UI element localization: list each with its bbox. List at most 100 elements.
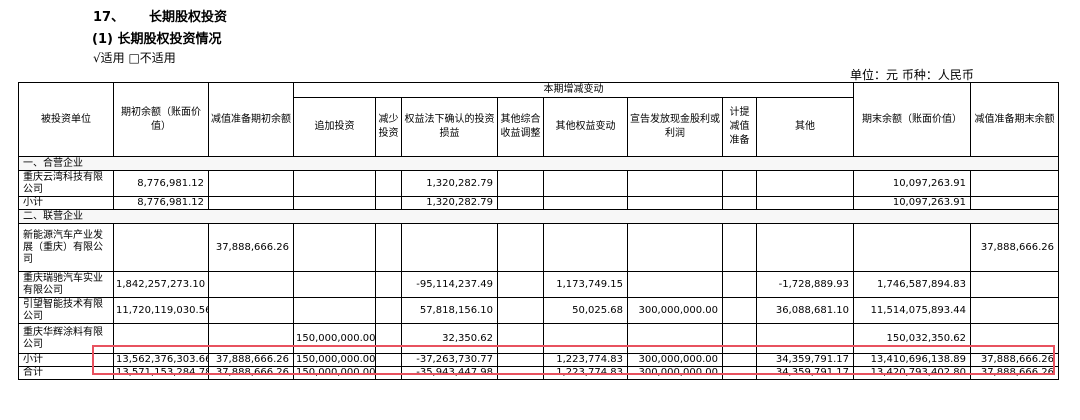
value-cell (401, 223, 498, 272)
value-cell (208, 271, 294, 298)
header-other: 其他 (756, 97, 854, 157)
value-cell (627, 196, 723, 210)
value-cell: 300,000,000.00 (627, 297, 723, 324)
value-cell (375, 353, 402, 367)
investee-name: 小计 (18, 353, 114, 367)
value-cell (627, 170, 723, 197)
value-cell: 1,842,257,273.10 (113, 271, 209, 298)
value-cell: 13,410,696,138.89 (853, 353, 971, 367)
value-cell: 37,888,666.26 (970, 366, 1059, 380)
header-investee: 被投资单位 (18, 82, 114, 157)
value-cell: 34,359,791.17 (756, 353, 854, 367)
value-cell (375, 366, 402, 380)
value-cell: 37,888,666.26 (208, 223, 294, 272)
section-title: 长期股权投资 (149, 10, 228, 25)
value-cell (293, 196, 376, 210)
value-cell: 36,088,681.10 (756, 297, 854, 324)
value-cell (497, 170, 544, 197)
value-cell (375, 223, 402, 272)
value-cell (497, 196, 544, 210)
header-other-equity-changes: 其他权益变动 (543, 97, 628, 157)
value-cell (543, 323, 628, 354)
value-cell: 1,746,587,894.83 (853, 271, 971, 298)
value-cell (208, 196, 294, 210)
value-cell (970, 297, 1059, 324)
value-cell: 37,888,666.26 (970, 353, 1059, 367)
value-cell (722, 271, 757, 298)
value-cell (375, 271, 402, 298)
value-cell: 50,025.68 (543, 297, 628, 324)
table-body: 一、合营企业 重庆云湾科技有限公司 8,776,981.12 1,320,282.79… (18, 156, 1059, 380)
value-cell: 13,420,793,402.80 (853, 366, 971, 380)
value-cell (627, 323, 723, 354)
table-row: 重庆云湾科技有限公司 8,776,981.12 1,320,282.79 10,097… (18, 170, 1059, 197)
header-impairment-opening: 减值准备期初余额 (208, 82, 294, 157)
value-cell (543, 223, 628, 272)
value-cell: 32,350.62 (401, 323, 498, 354)
value-cell (756, 196, 854, 210)
value-cell (293, 170, 376, 197)
value-cell (497, 323, 544, 354)
value-cell: -95,114,237.49 (401, 271, 498, 298)
investee-name: 重庆云湾科技有限公司 (18, 170, 114, 197)
table-row: 引望智能技术有限公司 11,720,119,030.56 57,818,156.10… (18, 297, 1059, 324)
equity-investment-table: 被投资单位 期初余额（账面价值） 减值准备期初余额 本期增减变动 期末余额（账面… (18, 82, 1059, 380)
value-cell: 150,000,000.00 (293, 353, 376, 367)
table-row: 小计 13,562,376,303.66 37,888,666.26 150,000,… (18, 353, 1059, 367)
value-cell (293, 271, 376, 298)
value-cell (756, 323, 854, 354)
value-cell: 150,000,000.00 (293, 323, 376, 354)
table-row: 合计 13,571,153,284.78 37,888,666.26 150,000,… (18, 366, 1059, 380)
category-label: 二、联营企业 (18, 209, 1059, 224)
value-cell (113, 223, 209, 272)
category-label: 一、合营企业 (18, 156, 1059, 171)
value-cell: 11,720,119,030.56 (113, 297, 209, 324)
header-cash-dividends: 宣告发放现金股利或利润 (627, 97, 723, 157)
value-cell (293, 223, 376, 272)
value-cell: 1,223,774.83 (543, 353, 628, 367)
table-row: 重庆华辉涂料有限公司 150,000,000.00 32,350.62 150,032… (18, 323, 1059, 354)
value-cell (497, 271, 544, 298)
value-cell (722, 196, 757, 210)
value-cell: -37,263,730.77 (401, 353, 498, 367)
value-cell: 13,571,153,284.78 (113, 366, 209, 380)
investee-name: 小计 (18, 196, 114, 210)
table-row: 小计 8,776,981.12 1,320,282.79 10,097,263.91 (18, 196, 1059, 210)
value-cell (208, 170, 294, 197)
investee-name: 重庆瑞驰汽车实业有限公司 (18, 271, 114, 298)
value-cell (756, 223, 854, 272)
value-cell: 8,776,981.12 (113, 196, 209, 210)
value-cell (722, 170, 757, 197)
header-impairment-closing: 减值准备期末余额 (970, 82, 1059, 157)
value-cell (627, 271, 723, 298)
value-cell (722, 353, 757, 367)
value-cell: 11,514,075,893.44 (853, 297, 971, 324)
value-cell (853, 223, 971, 272)
investee-name: 引望智能技术有限公司 (18, 297, 114, 324)
value-cell: -1,728,889.93 (756, 271, 854, 298)
value-cell: 150,032,350.62 (853, 323, 971, 354)
header-period-changes: 本期增减变动 (293, 82, 854, 98)
value-cell: 57,818,156.10 (401, 297, 498, 324)
value-cell (208, 323, 294, 354)
value-cell (375, 297, 402, 324)
value-cell (722, 323, 757, 354)
investee-name: 新能源汽车产业发展（重庆）有限公司 (18, 223, 114, 272)
value-cell (375, 323, 402, 354)
value-cell: 300,000,000.00 (627, 366, 723, 380)
value-cell (722, 297, 757, 324)
value-cell: 37,888,666.26 (208, 366, 294, 380)
value-cell (375, 196, 402, 210)
value-cell (497, 223, 544, 272)
header-additional-investment: 追加投资 (293, 97, 376, 157)
value-cell: 10,097,263.91 (853, 196, 971, 210)
value-cell: 8,776,981.12 (113, 170, 209, 197)
value-cell (970, 271, 1059, 298)
value-cell: 150,000,000.00 (293, 366, 376, 380)
header-closing-balance: 期末余额（账面价值） (853, 82, 971, 157)
value-cell (497, 366, 544, 380)
value-cell (375, 170, 402, 197)
value-cell (293, 297, 376, 324)
value-cell: 1,320,282.79 (401, 196, 498, 210)
category-row: 一、合营企业 (18, 156, 1059, 171)
